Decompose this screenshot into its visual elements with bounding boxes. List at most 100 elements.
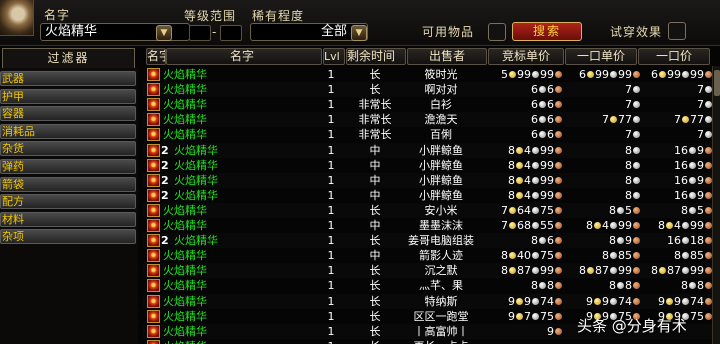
silver-coin-amount: 77 bbox=[690, 113, 704, 127]
fire-essence-icon[interactable] bbox=[147, 128, 160, 142]
item-name[interactable]: 火焰精华 bbox=[174, 233, 264, 248]
silver-coin-icon bbox=[633, 146, 640, 154]
item-name[interactable]: 火焰精华 bbox=[163, 112, 253, 127]
table-row[interactable]: 火焰精华 1 长 筱时光 5 99 99 6 99 99 6 99 99 bbox=[143, 67, 713, 82]
table-row[interactable]: 火焰精华 1 长再长一点点 bbox=[143, 339, 713, 344]
category-item[interactable]: 杂货 bbox=[0, 141, 136, 157]
silver-coin-amount: 8 bbox=[625, 173, 632, 187]
column-header-time-left[interactable]: 剩余时间 bbox=[346, 48, 406, 65]
filter-tab[interactable]: 过滤器 bbox=[2, 48, 135, 68]
item-name[interactable]: 火焰精华 bbox=[174, 173, 264, 188]
table-row[interactable]: 火焰精华 1 中墨墨沫沫 7 68 55 8 4 99 8 4 99 bbox=[143, 218, 713, 233]
fire-essence-icon[interactable] bbox=[147, 339, 160, 344]
column-header-name-short[interactable]: 名字 bbox=[146, 48, 166, 65]
fire-essence-icon[interactable] bbox=[147, 324, 160, 338]
category-item[interactable]: 箭袋 bbox=[0, 176, 136, 192]
item-name[interactable]: 火焰精华 bbox=[163, 97, 253, 112]
fire-essence-icon[interactable] bbox=[147, 249, 160, 263]
fire-essence-icon[interactable] bbox=[147, 309, 160, 323]
item-name[interactable]: 火焰精华 bbox=[174, 143, 264, 158]
time-left: 非常长 bbox=[358, 98, 392, 112]
table-row[interactable]: 2 火焰精华 1 中小胖鲸鱼 8 4 99 8 16 9 bbox=[143, 143, 713, 158]
item-name[interactable]: 火焰精华 bbox=[163, 218, 253, 233]
copper-coin-amount: 5 bbox=[625, 203, 632, 217]
chevron-down-icon[interactable]: ▼ bbox=[351, 25, 367, 41]
fire-essence-icon[interactable] bbox=[147, 264, 160, 278]
try-on-checkbox[interactable] bbox=[668, 22, 686, 40]
column-header-level[interactable]: Lvl bbox=[323, 48, 345, 65]
category-item[interactable]: 武器 bbox=[0, 71, 136, 86]
search-button[interactable]: 搜索 bbox=[512, 22, 582, 41]
max-level-input[interactable] bbox=[220, 25, 242, 41]
table-row[interactable]: 火焰精华 1 非常长 白衫 6 6 7 7 bbox=[143, 97, 713, 112]
category-item[interactable]: 杂项 bbox=[0, 229, 136, 245]
item-name[interactable]: 火焰精华 bbox=[163, 294, 253, 309]
usable-items-checkbox[interactable] bbox=[488, 23, 506, 41]
category-item[interactable]: 弹药 bbox=[0, 159, 136, 174]
table-row[interactable]: 2 火焰精华 1 长姜哥电脑组装 8 6 8 9 16 18 bbox=[143, 233, 713, 248]
copper-coin-icon bbox=[555, 282, 562, 290]
fire-essence-icon[interactable] bbox=[147, 68, 160, 81]
fire-essence-icon[interactable] bbox=[147, 83, 160, 97]
table-row[interactable]: 火焰精华 1 长特纳斯 9 9 74 9 9 74 9 9 74 bbox=[143, 294, 713, 309]
column-header-seller[interactable]: 出售者 bbox=[407, 48, 487, 65]
chevron-down-icon[interactable]: ▼ bbox=[156, 25, 172, 41]
table-row[interactable]: 火焰精华 1 长 啊对对 6 6 7 7 bbox=[143, 82, 713, 97]
column-header-bid-unit[interactable]: 竞标单价 bbox=[488, 48, 564, 65]
item-name[interactable]: 火焰精华 bbox=[163, 82, 253, 97]
item-name[interactable]: 火焰精华 bbox=[174, 188, 264, 203]
fire-essence-icon[interactable] bbox=[147, 234, 160, 248]
silver-coin-amount: 4 bbox=[602, 219, 609, 232]
column-header-buyout[interactable]: 一口价 bbox=[638, 48, 710, 65]
category-item[interactable]: 配方 bbox=[0, 194, 136, 210]
table-row[interactable]: 火焰精华 1 长灬芊、果 8 8 8 8 8 8 bbox=[143, 278, 713, 293]
time-left: 长 bbox=[369, 279, 381, 293]
column-header-buyout-unit[interactable]: 一口单价 bbox=[565, 48, 637, 65]
fire-essence-icon[interactable] bbox=[147, 98, 160, 112]
item-name[interactable]: 火焰精华 bbox=[163, 127, 253, 142]
unitbo-price: 9 9 74 bbox=[567, 294, 641, 309]
fire-essence-icon[interactable] bbox=[147, 219, 160, 232]
scrollbar-thumb[interactable] bbox=[714, 70, 720, 96]
item-name[interactable]: 火焰精华 bbox=[163, 248, 253, 263]
fire-essence-icon[interactable] bbox=[147, 188, 160, 202]
item-name[interactable]: 火焰精华 bbox=[163, 339, 253, 344]
min-level-input[interactable] bbox=[189, 25, 211, 41]
bid-price: 66 bbox=[487, 82, 563, 97]
table-row[interactable]: 火焰精华 1 中 箭影人迹 8 40 75 8 85 8 85 bbox=[143, 248, 713, 263]
bid-price: 7 64 75 bbox=[487, 203, 563, 218]
fire-essence-icon[interactable] bbox=[147, 143, 160, 157]
table-row[interactable]: 火焰精华 1 长安小米 7 64 75 8 5 8 5 bbox=[143, 203, 713, 218]
fire-essence-icon[interactable] bbox=[147, 158, 160, 172]
table-row[interactable]: 火焰精华 1 非常长 澹澹天 6 6 7 77 7 77 bbox=[143, 112, 713, 127]
fire-essence-icon[interactable] bbox=[147, 113, 160, 127]
category-item[interactable]: 材料 bbox=[0, 211, 136, 227]
item-name[interactable]: 火焰精华 bbox=[163, 67, 253, 82]
results-scrollbar[interactable] bbox=[712, 66, 720, 344]
item-name[interactable]: 火焰精华 bbox=[163, 278, 253, 293]
fire-essence-icon[interactable] bbox=[147, 203, 160, 217]
fire-essence-icon[interactable] bbox=[147, 173, 160, 187]
seller-name: 箭影人迹 bbox=[419, 249, 463, 263]
fire-essence-icon[interactable] bbox=[147, 279, 160, 293]
copper-coin-amount: 9 bbox=[547, 324, 554, 338]
item-name[interactable]: 火焰精华 bbox=[163, 203, 253, 218]
category-item[interactable]: 消耗品 bbox=[0, 123, 136, 139]
item-name[interactable]: 火焰精华 bbox=[174, 158, 264, 173]
item-name[interactable]: 火焰精华 bbox=[163, 309, 253, 324]
category-item[interactable]: 容器 bbox=[0, 106, 136, 122]
copper-coin-icon bbox=[555, 237, 562, 245]
table-row[interactable]: 2 火焰精华 1 中小胖鲸鱼 8 4 99 8 16 9 bbox=[143, 173, 713, 188]
fire-essence-icon[interactable] bbox=[147, 294, 160, 308]
item-name[interactable]: 火焰精华 bbox=[163, 324, 253, 339]
column-header-name[interactable]: 名字 bbox=[166, 48, 322, 65]
category-item[interactable]: 护甲 bbox=[0, 88, 136, 104]
table-row[interactable]: 火焰精华 1 长 沉之默 8 87 99 8 87 99 8 87 99 bbox=[143, 263, 713, 278]
unitbo-price: 7 bbox=[567, 97, 641, 112]
table-row[interactable]: 2 火焰精华 1 中小胖鲸鱼 8 4 99 8 16 9 bbox=[143, 158, 713, 173]
table-row[interactable]: 2 火焰精华 1 中小胖鲸鱼 8 4 99 8 16 9 bbox=[143, 188, 713, 203]
item-name[interactable]: 火焰精华 bbox=[163, 263, 253, 278]
copper-coin-amount: 6 bbox=[547, 83, 554, 97]
copper-coin-icon bbox=[555, 297, 562, 305]
table-row[interactable]: 火焰精华 1 非常长 百俐 6 6 7 7 bbox=[143, 127, 713, 142]
